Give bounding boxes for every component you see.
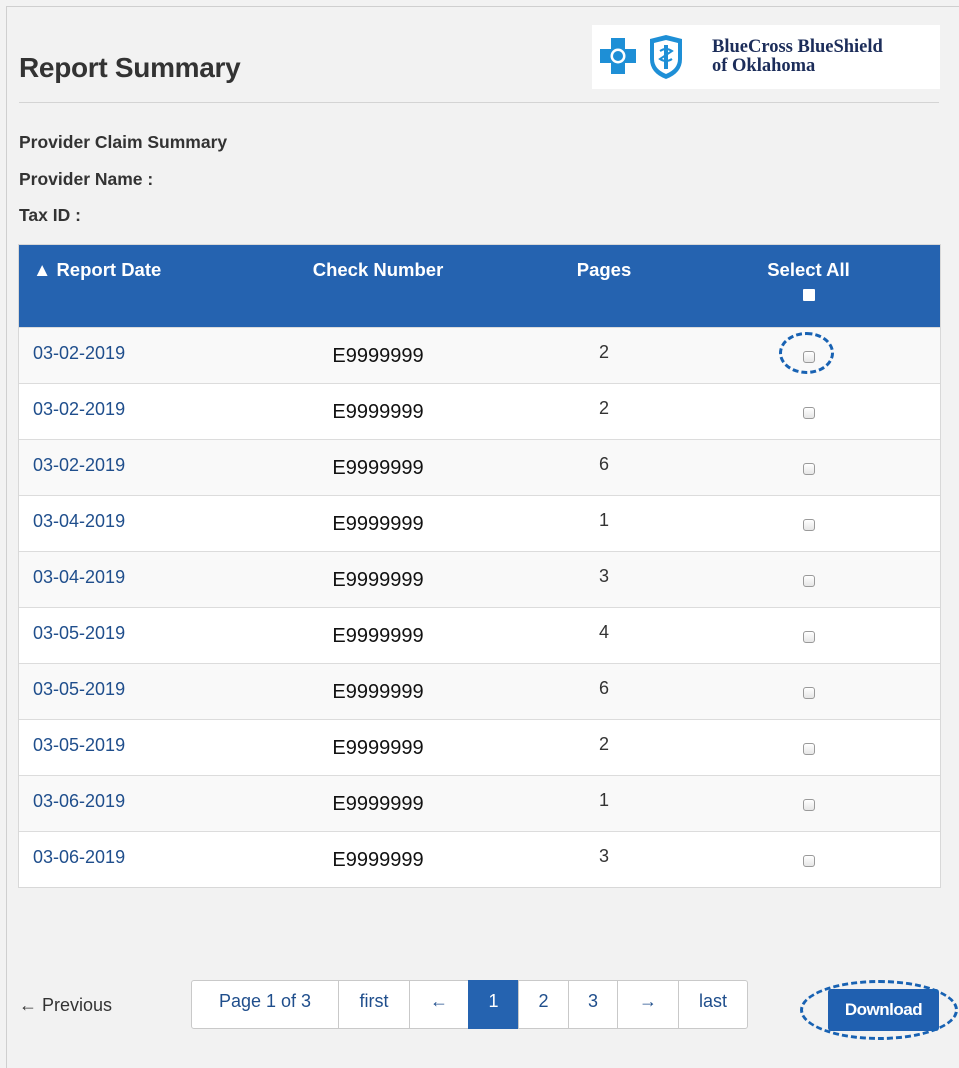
report-date-link[interactable]: 03-02-2019 xyxy=(19,383,225,439)
prev-page-arrow[interactable]: ← xyxy=(409,980,469,1029)
bcbs-logo: BlueCross BlueShield of Oklahoma xyxy=(592,25,940,89)
page-3-button[interactable]: 3 xyxy=(568,980,618,1029)
row-checkbox[interactable] xyxy=(802,798,815,811)
report-date-link[interactable]: 03-06-2019 xyxy=(19,775,225,831)
page-info: Page 1 of 3 xyxy=(191,980,339,1029)
check-number: E9999999 xyxy=(332,456,424,479)
select-all-header: Select All xyxy=(677,245,940,327)
page-title: Report Summary xyxy=(19,52,241,83)
next-page-arrow[interactable]: → xyxy=(617,980,679,1029)
row-checkbox[interactable] xyxy=(802,406,815,419)
highlight-oval xyxy=(800,980,958,1040)
page-1-button[interactable]: 1 xyxy=(468,980,519,1029)
row-checkbox[interactable] xyxy=(802,574,815,587)
report-date-link[interactable]: 03-05-2019 xyxy=(19,607,225,663)
row-checkbox[interactable] xyxy=(802,854,815,867)
table-row: 03-04-2019 E9999999 3 xyxy=(19,551,940,607)
report-date-link[interactable]: 03-05-2019 xyxy=(19,719,225,775)
select-cell xyxy=(677,719,940,775)
table-row: 03-04-2019 E9999999 1 xyxy=(19,495,940,551)
select-cell xyxy=(677,551,940,607)
select-all-checkbox[interactable] xyxy=(802,289,815,301)
check-number: E9999999 xyxy=(332,568,424,591)
pages-header[interactable]: Pages xyxy=(531,245,677,327)
last-page-button[interactable]: last xyxy=(678,980,748,1029)
blue-cross-icon xyxy=(600,35,682,79)
page-count: 2 xyxy=(598,397,609,418)
page-count: 1 xyxy=(598,789,609,810)
page-count: 1 xyxy=(598,509,609,530)
highlight-circle xyxy=(779,332,834,374)
check-number: E9999999 xyxy=(332,680,424,703)
select-cell xyxy=(677,775,940,831)
report-date-link[interactable]: 03-04-2019 xyxy=(19,495,225,551)
select-cell xyxy=(677,383,940,439)
select-all-label: Select All xyxy=(767,259,850,280)
table-row: 03-06-2019 E9999999 1 xyxy=(19,775,940,831)
table-header-row: ▲ Report Date Check Number Pages Select … xyxy=(19,245,940,327)
provider-name-label: Provider Name : xyxy=(19,169,154,189)
page-count: 6 xyxy=(598,453,609,474)
select-cell xyxy=(677,495,940,551)
title-divider xyxy=(19,102,939,103)
report-date-link[interactable]: 03-02-2019 xyxy=(19,439,225,495)
table-row: 03-06-2019 E9999999 3 xyxy=(19,831,940,887)
check-number: E9999999 xyxy=(332,848,424,871)
select-cell xyxy=(677,663,940,719)
logo-line-2: of Oklahoma xyxy=(712,56,816,76)
check-number: E9999999 xyxy=(332,512,424,535)
check-number: E9999999 xyxy=(332,736,424,759)
check-number: E9999999 xyxy=(332,624,424,647)
check-number: E9999999 xyxy=(332,344,424,367)
table-row: 03-05-2019 E9999999 6 xyxy=(19,663,940,719)
page-2-button[interactable]: 2 xyxy=(518,980,569,1029)
page-count: 2 xyxy=(598,733,609,754)
table-row: 03-05-2019 E9999999 4 xyxy=(19,607,940,663)
pagination: Page 1 of 3 first ← 1 2 3 → last xyxy=(191,980,748,1029)
page-count: 3 xyxy=(598,565,609,586)
report-date-link[interactable]: 03-05-2019 xyxy=(19,663,225,719)
row-checkbox[interactable] xyxy=(802,686,815,699)
report-date-link[interactable]: 03-04-2019 xyxy=(19,551,225,607)
check-number-header[interactable]: Check Number xyxy=(225,245,531,327)
first-page-button[interactable]: first xyxy=(338,980,410,1029)
provider-claim-summary-label: Provider Claim Summary xyxy=(19,132,228,152)
tax-id-label: Tax ID : xyxy=(19,205,81,225)
page-count: 2 xyxy=(598,341,609,362)
page-count: 4 xyxy=(598,621,609,642)
check-number: E9999999 xyxy=(332,400,424,423)
logo-line-1: BlueCross BlueShield xyxy=(712,37,883,57)
page-count: 6 xyxy=(598,677,609,698)
table-row: 03-02-2019 E9999999 6 xyxy=(19,439,940,495)
page-count: 3 xyxy=(598,845,609,866)
select-cell xyxy=(677,439,940,495)
table-row: 03-05-2019 E9999999 2 xyxy=(19,719,940,775)
check-number: E9999999 xyxy=(332,792,424,815)
report-date-link[interactable]: 03-06-2019 xyxy=(19,831,225,887)
select-cell xyxy=(677,607,940,663)
report-date-link[interactable]: 03-02-2019 xyxy=(19,327,225,383)
row-checkbox[interactable] xyxy=(802,630,815,643)
report-date-header[interactable]: ▲ Report Date xyxy=(19,245,225,327)
previous-link[interactable]: ← Previous xyxy=(19,995,112,1016)
select-cell xyxy=(677,831,940,887)
row-checkbox[interactable] xyxy=(802,462,815,475)
logo-text: BlueCross BlueShield of Oklahoma xyxy=(712,38,883,76)
table-row: 03-02-2019 E9999999 2 xyxy=(19,383,940,439)
row-checkbox[interactable] xyxy=(802,518,815,531)
row-checkbox[interactable] xyxy=(802,742,815,755)
